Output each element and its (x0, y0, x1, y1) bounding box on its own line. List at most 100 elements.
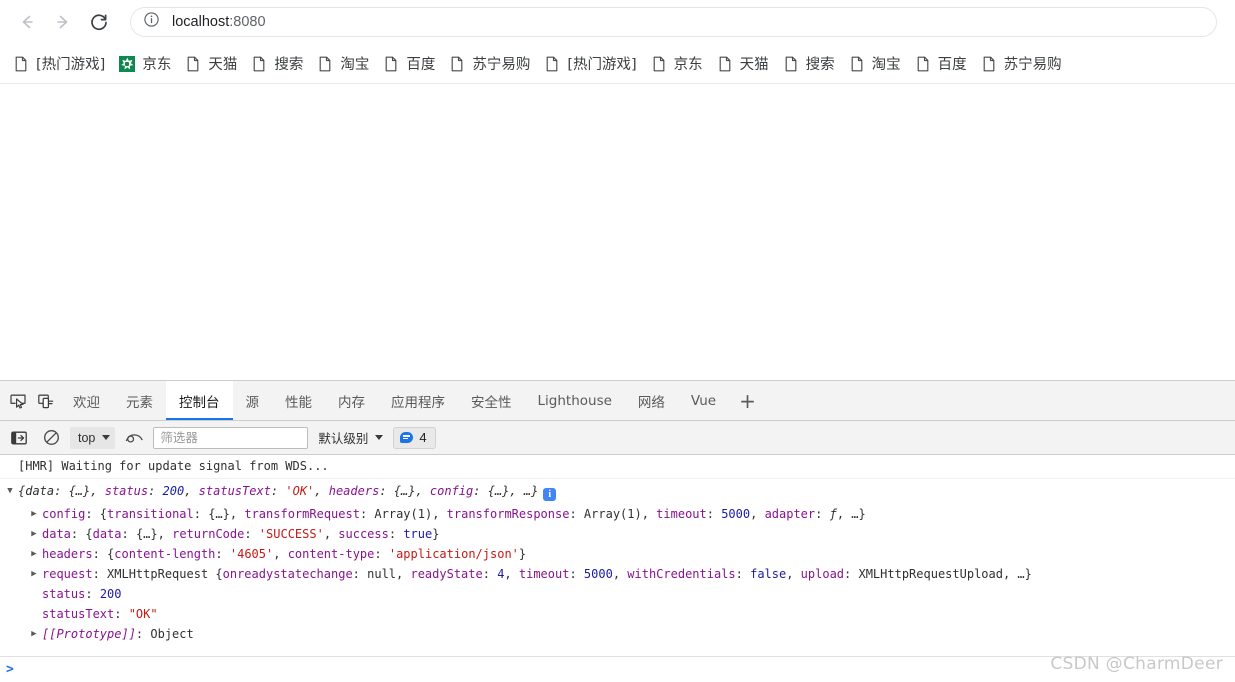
token: , (184, 484, 199, 498)
add-tab-button[interactable]: + (729, 381, 766, 420)
console-output[interactable]: [HMR] Waiting for update signal from WDS… (0, 455, 1235, 656)
url-text: localhost:8080 (172, 14, 266, 30)
message-count-badge[interactable]: 4 (393, 426, 436, 449)
address-bar[interactable]: localhost:8080 (130, 7, 1217, 37)
token: timeout (518, 567, 570, 581)
token: withCredentials (627, 567, 736, 581)
execution-context-dropdown[interactable]: top (70, 426, 116, 449)
bookmark-item[interactable]: 天猫 (710, 50, 776, 78)
bookmark-label: 百度 (937, 57, 967, 73)
expand-arrow-right-icon[interactable]: ▶ (28, 564, 40, 584)
bookmark-item[interactable]: 京东 (644, 50, 710, 78)
console-sidebar-button[interactable] (6, 425, 32, 451)
token: : (85, 587, 100, 601)
bookmark-item[interactable]: [热门游戏] (537, 50, 643, 78)
expand-arrow-right-icon[interactable]: ▶ (28, 504, 40, 524)
device-toolbar-button[interactable] (32, 381, 60, 420)
browser-window: localhost:8080 [热门游戏] 京东 天猫 搜索 淘宝 百度 苏宁易购 [热门游戏… (0, 0, 1235, 682)
token: : Object (135, 627, 194, 641)
clear-console-button[interactable] (38, 425, 64, 451)
inspect-element-button[interactable] (4, 381, 32, 420)
live-expression-button[interactable] (121, 425, 147, 451)
token: 5000 (583, 567, 613, 581)
url-rest: :8080 (229, 14, 266, 30)
bookmark-item[interactable]: 天猫 (178, 50, 244, 78)
bookmark-item[interactable]: 淘宝 (310, 50, 376, 78)
token: : XMLHttpRequestUpload, …} (844, 567, 1032, 581)
bookmark-item[interactable]: 百度 (376, 50, 442, 78)
bookmark-item[interactable]: 搜索 (776, 50, 842, 78)
devtools-tab[interactable]: Vue (678, 381, 729, 420)
token: 'application/json' (388, 547, 519, 561)
token: : (148, 484, 163, 498)
token: : (569, 507, 584, 521)
message-bubble-icon (400, 432, 414, 443)
token: , (314, 484, 329, 498)
token: , (432, 507, 447, 521)
token: , (641, 507, 657, 521)
token: , (504, 567, 519, 581)
token: headers (328, 484, 380, 498)
devtools-tab[interactable]: 安全性 (458, 381, 525, 420)
bookmark-item[interactable]: 淘宝 (842, 50, 908, 78)
object-property-row[interactable]: ▶ headers: {content-length: '4605', conte… (0, 544, 1235, 564)
bookmark-label: 百度 (406, 57, 436, 73)
info-badge-icon[interactable]: i (543, 488, 557, 501)
devtools-tab[interactable]: 欢迎 (60, 381, 113, 420)
object-property-row[interactable]: ▶ request: XMLHttpRequest {onreadystatech… (0, 564, 1235, 584)
console-message-object[interactable]: ▼ {data: {…}, status: 200, statusText: '… (0, 479, 1235, 504)
token: readyState (410, 567, 483, 581)
devtools-tab-bar: 欢迎 元素 控制台源性能 内存 应用程序 安全性 Lighthouse 网络 Vue + (0, 381, 1235, 421)
token: upload (800, 567, 845, 581)
expand-arrow-down-icon[interactable]: ▼ (4, 484, 16, 498)
token: : { (92, 547, 115, 561)
bookmark-label: [热门游戏] (36, 57, 106, 73)
bookmark-item[interactable]: 苏宁易购 (442, 50, 537, 78)
forward-button[interactable] (46, 5, 80, 39)
token: content-type (287, 547, 375, 561)
page-viewport (0, 84, 1235, 380)
devtools-tab[interactable]: Lighthouse (525, 381, 625, 420)
bookmark-label: 淘宝 (871, 57, 901, 73)
token: transformRequest (244, 507, 360, 521)
info-circle-icon[interactable] (143, 11, 160, 33)
bookmark-item[interactable]: 苏宁易购 (974, 50, 1069, 78)
token: statusText (42, 607, 115, 621)
bookmark-item[interactable]: 搜索 (244, 50, 310, 78)
token: {…} (68, 484, 91, 498)
log-level-dropdown[interactable]: 默认级别 (314, 428, 387, 447)
devtools-tab[interactable]: 性能 (272, 381, 325, 420)
token: status (104, 484, 149, 498)
object-property-row[interactable]: ▶ data: {data: {…}, returnCode: 'SUCCESS'… (0, 524, 1235, 544)
bookmark-item[interactable]: [热门游戏] (6, 50, 112, 78)
token: transformResponse (446, 507, 570, 521)
expand-arrow-right-icon[interactable]: ▶ (28, 524, 40, 544)
execution-context-value: top (78, 430, 96, 445)
token: Array(1) (374, 507, 433, 521)
expand-arrow-right-icon[interactable]: ▶ (28, 544, 40, 564)
token: , (323, 527, 339, 541)
back-button[interactable] (10, 5, 44, 39)
token: success (338, 527, 389, 541)
reload-button[interactable] (82, 5, 116, 39)
devtools-tab[interactable]: 内存 (325, 381, 378, 420)
console-sidebar-icon (11, 431, 27, 444)
devtools-tab[interactable]: 源 (233, 381, 273, 420)
token: : (706, 507, 722, 521)
token: "OK" (128, 607, 158, 621)
bookmark-item[interactable]: 京东 (112, 50, 178, 78)
devtools-tab[interactable]: 应用程序 (378, 381, 458, 420)
url-host: localhost (172, 14, 230, 30)
devtools-tab[interactable]: 网络 (625, 381, 678, 420)
expand-arrow-right-icon[interactable]: ▶ (28, 624, 40, 644)
token: config (429, 484, 474, 498)
devtools-tab[interactable]: 控制台 (166, 381, 233, 420)
devtools-tab[interactable]: 元素 (113, 381, 166, 420)
token: timeout (656, 507, 707, 521)
object-property-row[interactable]: ▶ [[Prototype]]: Object (0, 624, 1235, 644)
console-toolbar: top 默认级别 4 (0, 421, 1235, 455)
token: 'SUCCESS' (258, 527, 324, 541)
filter-input[interactable] (153, 426, 309, 449)
object-property-row[interactable]: ▶ config: {transitional: {…}, transformRe… (0, 504, 1235, 524)
bookmark-item[interactable]: 百度 (908, 50, 974, 78)
